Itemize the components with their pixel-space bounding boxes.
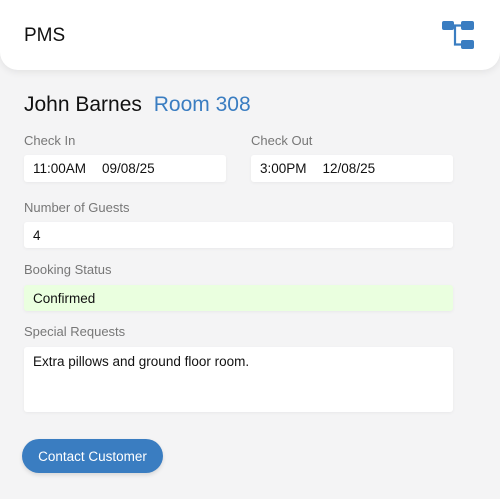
guests-value: 4 <box>33 227 41 243</box>
contact-customer-button[interactable]: Contact Customer <box>22 439 163 473</box>
check-out-field[interactable]: 3:00PM 12/08/25 <box>251 155 453 182</box>
app-header: PMS <box>0 0 500 70</box>
guests-label: Number of Guests <box>24 200 130 215</box>
hierarchy-icon[interactable] <box>441 20 475 50</box>
check-out-date: 12/08/25 <box>322 161 376 176</box>
room-number: Room 308 <box>153 93 251 116</box>
guest-name: John Barnes <box>24 93 142 116</box>
check-in-field[interactable]: 11:00AM 09/08/25 <box>24 155 226 182</box>
check-in-label: Check In <box>24 133 76 148</box>
special-requests-value: Extra pillows and ground floor room. <box>33 354 250 369</box>
booking-status-field[interactable]: Confirmed <box>24 285 453 311</box>
booking-title: John Barnes Room 308 <box>24 93 251 117</box>
special-requests-field[interactable]: Extra pillows and ground floor room. <box>24 347 453 412</box>
booking-status-label: Booking Status <box>24 262 112 277</box>
special-requests-label: Special Requests <box>24 324 126 339</box>
booking-status-value: Confirmed <box>33 290 96 306</box>
check-out-time: 3:00PM <box>260 161 307 176</box>
check-in-date: 09/08/25 <box>102 161 155 176</box>
check-in-time: 11:00AM <box>33 161 87 176</box>
app-title: PMS <box>24 25 66 46</box>
check-out-label: Check Out <box>251 133 313 148</box>
guests-field[interactable]: 4 <box>24 222 453 248</box>
